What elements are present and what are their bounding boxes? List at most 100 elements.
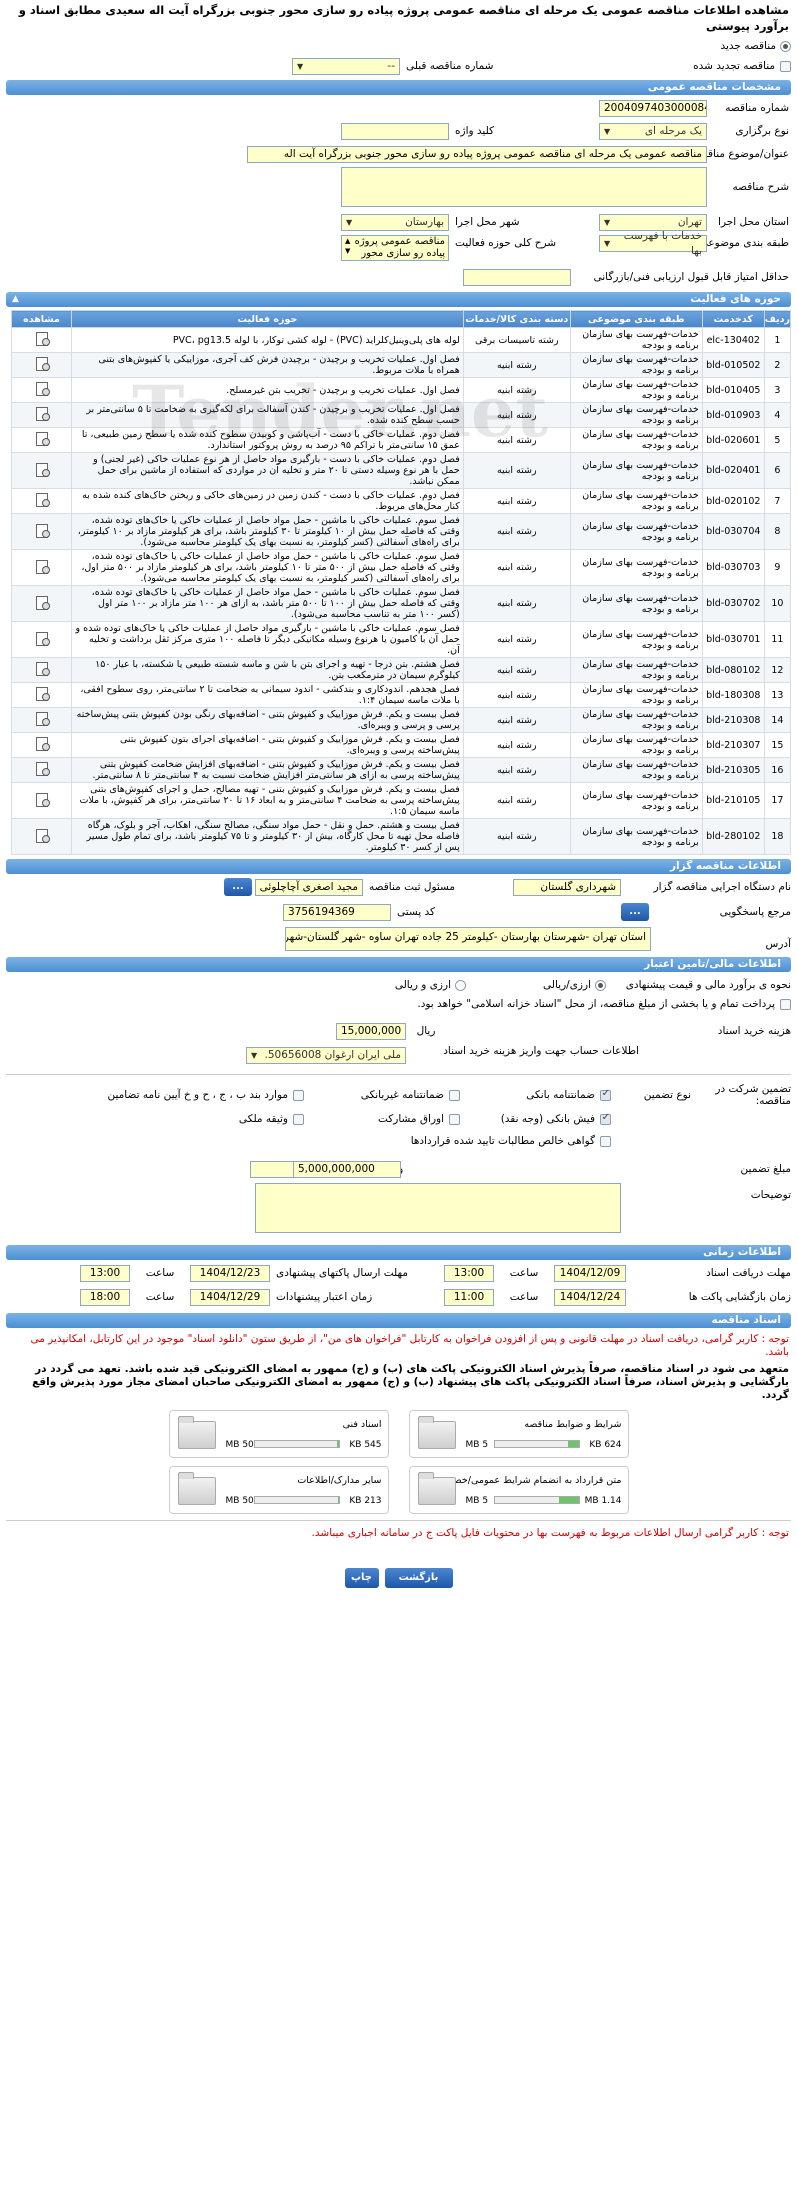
validity-date[interactable]: 1404/12/29 <box>190 1288 270 1306</box>
guarantee-clauses-checkbox[interactable] <box>293 1089 304 1101</box>
folder-icon <box>417 1416 456 1449</box>
price-list-warning: توجه : کاربر گرامی ارسال اطلاعات مربوط ب… <box>311 1527 789 1539</box>
description-textarea[interactable] <box>341 167 707 207</box>
file-box[interactable]: شرایط و ضوابط مناقصه 624 KB 5 MB <box>408 1410 629 1458</box>
subject-class: خدمات-فهرست بهای سازمان برنامه و بودجه <box>569 757 703 783</box>
send-deadline-time[interactable]: 13:00 <box>80 1264 130 1282</box>
recv-deadline-time[interactable]: 13:00 <box>444 1264 494 1282</box>
guarantee-property-checkbox[interactable] <box>293 1113 304 1125</box>
subject-class: خدمات-فهرست بهای سازمان برنامه و بودجه <box>569 377 703 403</box>
view-document-icon[interactable] <box>34 631 50 646</box>
view-document-icon[interactable] <box>34 382 50 396</box>
notes-textarea[interactable] <box>255 1183 621 1233</box>
doc-fee-field[interactable]: 15,000,000 <box>336 1022 406 1040</box>
view-document-icon[interactable] <box>34 762 50 776</box>
file-box[interactable]: متن قرارداد به انضمام شرایط عمومی/خصوصی … <box>408 1466 629 1514</box>
subject-class: خدمات-فهرست بهای سازمان برنامه و بودجه <box>569 682 703 708</box>
chevron-down-icon: ▼ <box>297 61 304 71</box>
tender-number-label: شماره مناقصه <box>725 102 789 114</box>
city-select[interactable]: بهارستان ▼ <box>341 213 449 231</box>
account-select[interactable]: ملی ایران ارغوان 50656008. ▼ <box>246 1047 406 1064</box>
view-document-icon[interactable] <box>34 523 50 538</box>
activity-field: فصل بیست و یکم. فرش موزاییک و کفپوش بتنی… <box>71 757 464 783</box>
postal-code-field[interactable]: 3756194369 <box>283 903 391 921</box>
subject-class: خدمات-فهرست بهای سازمان برنامه و بودجه <box>569 513 703 550</box>
table-row: 14 bld-210308 خدمات-فهرست بهای سازمان برنا… <box>11 707 792 733</box>
tender-number-field[interactable]: 2004097403000084 <box>599 99 707 117</box>
estimate-both-label: ارزی و ریالی <box>394 979 451 991</box>
service-code: bld-030701 <box>701 621 765 658</box>
responsible-field[interactable]: مجید اصغری آچاچلوئی <box>255 878 363 896</box>
org-name-field[interactable]: شهرداری گلستان <box>513 878 621 896</box>
min-score-field[interactable] <box>463 268 571 286</box>
subject-class: خدمات-فهرست بهای سازمان برنامه و بودجه <box>569 657 703 683</box>
collapse-icon[interactable]: ▲ <box>12 292 19 307</box>
holding-type-select[interactable]: یک مرحله ای ▼ <box>599 122 707 140</box>
subject-field[interactable]: مناقصه عمومی یک مرحله ای مناقصه عمومی پر… <box>247 145 707 163</box>
view-document-icon[interactable] <box>34 595 50 610</box>
guarantee-amount-field[interactable]: 5,000,000,000 <box>293 1160 401 1178</box>
opening-time[interactable]: 11:00 <box>444 1288 494 1306</box>
goods-category: رشته ابنیه <box>462 757 571 783</box>
reference-lookup-button[interactable]: ... <box>621 903 649 921</box>
responsible-label: مسئول ثبت مناقصه <box>369 881 456 893</box>
view-document-icon[interactable] <box>34 357 50 371</box>
view-cell <box>11 427 72 453</box>
view-document-icon[interactable] <box>34 432 50 446</box>
row-index: 9 <box>763 549 792 586</box>
renewed-tender-checkbox[interactable] <box>780 60 791 72</box>
responsible-lookup-button[interactable]: ... <box>224 878 252 896</box>
estimate-rial-radio[interactable] <box>595 979 606 991</box>
guarantee-claims-checkbox[interactable] <box>600 1135 611 1147</box>
guarantee-claims-label: گواهی خالص مطالبات تایید شده قراردادها <box>410 1135 595 1147</box>
back-button[interactable]: بازگشت <box>384 1568 453 1588</box>
view-document-icon[interactable] <box>34 687 50 701</box>
opening-date[interactable]: 1404/12/24 <box>554 1288 626 1306</box>
table-row: 13 bld-180308 خدمات-فهرست بهای سازمان برنا… <box>11 682 792 708</box>
documents-section-header: اسناد مناقصه <box>6 1313 791 1328</box>
recv-deadline-date[interactable]: 1404/12/09 <box>554 1264 626 1282</box>
estimate-method-label: نحوه ی برآورد مالی و قیمت پیشنهادی <box>625 979 791 991</box>
guarantee-nonbank-checkbox[interactable] <box>449 1089 460 1101</box>
view-cell <box>11 585 72 622</box>
file-name: شرایط و ضوابط مناقصه <box>524 1419 622 1430</box>
treasury-checkbox[interactable] <box>780 999 791 1010</box>
file-name: سایر مدارک/اطلاعات <box>297 1475 382 1486</box>
print-button[interactable]: چاپ <box>344 1568 379 1588</box>
view-document-icon[interactable] <box>34 792 50 807</box>
view-document-icon[interactable] <box>34 737 50 751</box>
guarantee-bank-label: ضمانتنامه بانکی <box>526 1089 595 1101</box>
estimate-both-radio[interactable] <box>455 979 466 991</box>
guarantee-bonds-checkbox[interactable] <box>449 1113 460 1125</box>
file-box[interactable]: اسناد فنی 545 KB 50 MB <box>168 1410 389 1458</box>
view-cell <box>11 352 72 378</box>
view-document-icon[interactable] <box>34 462 50 477</box>
guarantee-cash-checkbox[interactable] <box>600 1112 611 1125</box>
activity-field: فصل اول. عملیات تخریب و برچیدن - برچیدن … <box>71 352 464 378</box>
file-box[interactable]: سایر مدارک/اطلاعات 213 KB 50 MB <box>168 1466 389 1514</box>
download-warning: توجه : کاربر گرامی، دریافت اسناد در مهلت… <box>30 1333 789 1358</box>
activity-field: فصل دوم. عملیات خاکی با دست - بارگیری مو… <box>71 452 464 489</box>
view-document-icon[interactable] <box>34 662 50 676</box>
prev-tender-select[interactable]: -- ▼ <box>292 57 400 75</box>
service-code: bld-210305 <box>701 757 765 783</box>
send-deadline-date[interactable]: 1404/12/23 <box>190 1264 270 1282</box>
row-index: 8 <box>763 513 792 550</box>
view-document-icon[interactable] <box>34 332 50 346</box>
guarantee-bank-checkbox[interactable] <box>600 1088 611 1101</box>
view-document-icon[interactable] <box>34 559 50 574</box>
view-document-icon[interactable] <box>34 407 50 421</box>
validity-time[interactable]: 18:00 <box>80 1288 130 1306</box>
scroll-arrows-icon[interactable]: ▲ ▼ <box>345 236 350 256</box>
guarantee-property-label: وثیقه ملکی <box>238 1113 288 1125</box>
view-document-icon[interactable] <box>34 712 50 726</box>
subject-class-select[interactable]: خدمات با فهرست بها ▼ <box>599 230 707 257</box>
account-label: اطلاعات حساب جهت واریز هزینه خرید اسناد <box>443 1045 639 1057</box>
keyword-field[interactable] <box>341 122 449 140</box>
view-document-icon[interactable] <box>34 493 50 507</box>
new-tender-radio[interactable] <box>780 40 791 52</box>
view-document-icon[interactable] <box>34 828 50 843</box>
scope-listbox[interactable]: مناقصه عمومی پروژه پیاده رو سازی محور جن… <box>341 235 449 261</box>
address-textarea[interactable]: استان تهران -شهرستان بهارستان -کیلومتر 2… <box>285 927 651 951</box>
file-progress <box>253 1440 340 1448</box>
